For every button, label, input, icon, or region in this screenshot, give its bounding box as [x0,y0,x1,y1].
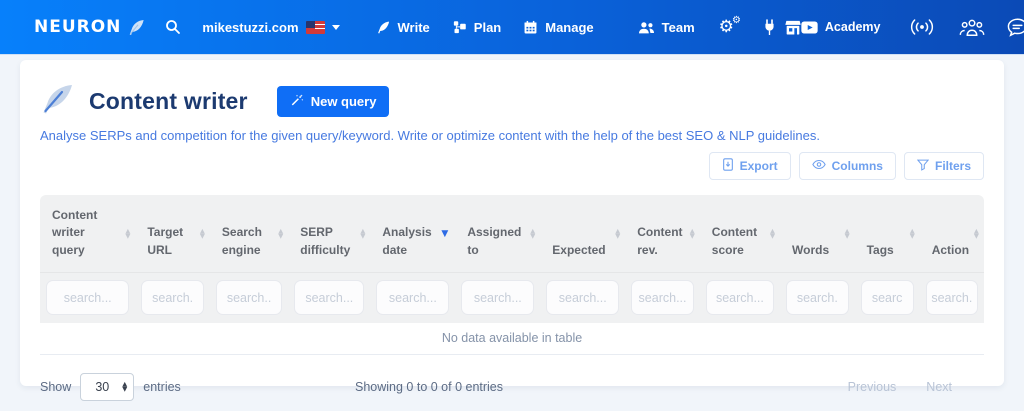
filters-label: Filters [934,159,971,173]
search-input-target-url[interactable] [141,280,204,316]
empty-table-message: No data available in table [40,323,984,356]
column-header-serp-difficulty[interactable]: SERP difficulty ▲ ▼ [288,195,370,272]
export-button[interactable]: Export [708,152,791,180]
sort-icon: ▲ ▼ [844,226,850,240]
nav-item-label: Plan [473,19,502,35]
feather-icon [376,20,391,35]
table-toolbar: Export Columns Filters [40,152,984,180]
search-input-analysis-date[interactable] [376,280,450,316]
sort-icon: ▲ ▼ [689,226,695,240]
calendar-icon [523,20,538,35]
magic-wand-icon [290,93,304,110]
search-input-tags[interactable] [860,280,914,316]
column-header-action[interactable]: Action ▲ ▼ [920,195,984,272]
sitemap-icon [452,20,467,35]
sort-icon: ▲ ▼ [278,226,284,240]
nav-item-manage[interactable]: Manage [523,19,594,35]
column-header-content-rev[interactable]: Content rev. ▲ ▼ [625,195,700,272]
sort-icon: ▲ ▼ [770,226,776,240]
columns-button[interactable]: Columns [798,152,896,180]
sort-icon: ▲ ▼ [360,226,366,240]
nav-item-label: Write [397,19,430,35]
sort-icon: ▲ ▼ [973,226,979,240]
filters-button[interactable]: Filters [903,152,984,180]
chevron-down-icon [331,24,340,30]
columns-label: Columns [831,159,883,173]
settings-gears-icon[interactable]: ⚙︎ ⚙︎ [719,15,741,36]
content-writer-panel: Content writer New query Analyse SERPs a… [20,60,1004,402]
search-input-content-score[interactable] [705,280,775,316]
table-footer: Show 30 ▲ ▼ entries Showing 0 to 0 of 0 e… [40,369,984,405]
show-label: Show [40,380,72,395]
sort-desc-icon: ▼ [441,228,449,239]
column-header-content-writer-query[interactable]: Content writer query ▲ ▼ [40,195,135,272]
new-query-button[interactable]: New query [276,86,390,117]
search-icon[interactable] [164,18,182,36]
nav-item-team[interactable]: Team [638,20,695,35]
search-input-assigned-to[interactable] [461,280,535,316]
table-header-row: Content writer query ▲ ▼ Target URL ▲ ▼ Se… [40,195,984,273]
entries-per-page-value: 30 [95,380,110,395]
export-label: Export [739,159,778,173]
quill-icon [40,84,76,119]
store-icon[interactable] [785,20,801,35]
nav-item-academy[interactable]: Academy [801,20,881,34]
search-input-content-writer-query[interactable] [46,280,130,316]
search-input-action[interactable] [925,280,978,316]
search-input-search-engine[interactable] [215,280,283,316]
sort-icon: ▲ ▼ [909,226,915,240]
nav-item-label: Manage [545,19,594,35]
top-navbar: NEURON mikestuzzi.com Write Plan Manage [0,0,1024,55]
nav-item-label: Team [661,19,695,35]
team-icon [638,20,655,35]
search-input-content-rev[interactable] [631,280,694,316]
column-header-target-url[interactable]: Target URL ▲ ▼ [135,195,210,272]
pagination: Previous Next [848,380,984,394]
search-input-words[interactable] [786,280,849,316]
sort-icon: ▲ ▼ [615,226,621,240]
nav-item-label: Academy [824,20,881,34]
page-title: Content writer [89,88,248,114]
column-header-assigned-to[interactable]: Assigned to ▲ ▼ [455,195,540,272]
brand-feather-icon [127,18,146,37]
search-input-serp-difficulty[interactable] [294,280,365,316]
stepper-icon: ▲ ▼ [122,380,128,394]
column-header-analysis-date[interactable]: Analysis date ▼ [370,195,455,272]
chat-icon[interactable] [1007,18,1024,37]
column-header-expected[interactable]: Expected ▲ ▼ [540,195,625,272]
entries-per-page-select[interactable]: 30 ▲ ▼ [80,373,135,402]
column-header-content-score[interactable]: Content score ▲ ▼ [700,195,780,272]
sort-icon: ▲ ▼ [199,226,205,240]
sort-icon: ▲ ▼ [530,226,536,240]
funnel-icon [916,159,930,174]
new-query-label: New query [310,94,377,109]
page-description: Analyse SERPs and competition for the gi… [40,128,820,143]
column-header-search-engine[interactable]: Search engine ▲ ▼ [210,195,288,272]
eye-icon [811,159,826,173]
nav-item-plan[interactable]: Plan [452,20,501,35]
title-row: Content writer New query [40,84,984,119]
project-domain: mikestuzzi.com [202,19,299,35]
page-length-control: Show 30 ▲ ▼ entries [40,373,181,402]
search-input-expected[interactable] [546,280,620,316]
export-file-icon [722,158,734,174]
sort-icon: ▲ ▼ [125,226,131,240]
queries-table: Content writer query ▲ ▼ Target URL ▲ ▼ Se… [40,195,984,356]
table-filter-row [40,272,984,324]
table-info-text: Showing 0 to 0 of 0 entries [355,380,504,395]
next-page-link[interactable]: Next [926,380,952,394]
plug-icon[interactable] [762,18,777,36]
column-header-words[interactable]: Words ▲ ▼ [780,195,855,272]
brand-logo[interactable]: NEURON [34,17,146,37]
project-selector[interactable]: mikestuzzi.com [202,19,340,35]
broadcast-icon[interactable] [909,18,935,36]
academy-play-icon [801,20,818,34]
us-flag-icon [305,20,325,34]
entries-label: entries [143,380,181,395]
community-icon[interactable] [959,18,985,37]
previous-page-link[interactable]: Previous [848,380,897,394]
nav-item-write[interactable]: Write [376,20,430,35]
brand-name: NEURON [34,17,122,37]
column-header-tags[interactable]: Tags ▲ ▼ [855,195,920,272]
